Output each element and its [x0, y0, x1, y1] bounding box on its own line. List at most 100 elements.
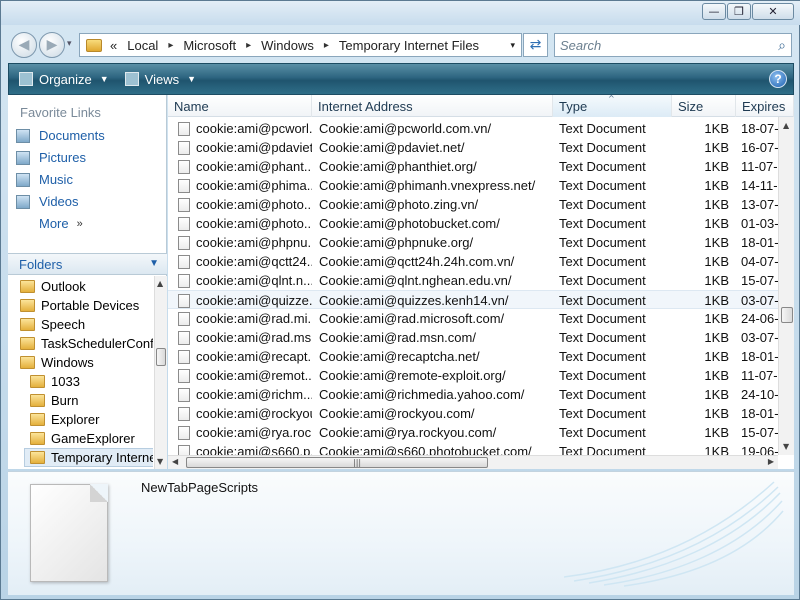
name-text: cookie:ami@rya.roc...	[196, 425, 312, 440]
folder-icon	[20, 280, 35, 293]
table-row[interactable]: cookie:ami@phpnu... Cookie:ami@phpnuke.or…	[168, 233, 778, 252]
favorite-music[interactable]: Music	[16, 172, 73, 187]
tree-item[interactable]: GameExplorer	[30, 429, 135, 448]
sort-ascending-icon: ^	[608, 95, 615, 103]
breadcrumb-separator-icon[interactable]: ▸	[324, 40, 329, 51]
search-icon[interactable]: ⌕	[778, 37, 786, 54]
horizontal-scrollbar[interactable]: ◀ ||| ▶	[168, 455, 778, 469]
tree-item[interactable]: TaskSchedulerConfig	[20, 334, 153, 353]
tree-item[interactable]: Portable Devices	[20, 296, 139, 315]
tree-item-label: Outlook	[41, 279, 86, 294]
refresh-button[interactable]: ⇄	[523, 33, 548, 57]
vertical-scrollbar[interactable]: ▲ ▼	[778, 117, 794, 455]
cell-name: cookie:ami@recapt...	[178, 347, 312, 366]
table-row[interactable]: cookie:ami@phima... Cookie:ami@phimanh.vn…	[168, 176, 778, 195]
table-row[interactable]: cookie:ami@rockyou Cookie:ami@rockyou.com…	[168, 404, 778, 423]
maximize-button[interactable]: ❐	[727, 3, 751, 20]
tree-item-selected[interactable]: Temporary Internet Files	[24, 448, 153, 467]
views-button[interactable]: Views ▼	[124, 72, 196, 87]
tree-item[interactable]: Explorer	[30, 410, 99, 429]
scroll-up-icon[interactable]: ▲	[157, 279, 163, 288]
address-dropdown-icon[interactable]: ▾	[510, 40, 515, 51]
table-row[interactable]: cookie:ami@photo.... Cookie:ami@photo.zin…	[168, 195, 778, 214]
text-document-icon	[178, 349, 190, 364]
breadcrumb-separator-icon[interactable]: ▸	[168, 40, 173, 51]
breadcrumb-microsoft[interactable]: Microsoft	[183, 38, 236, 53]
table-row[interactable]: cookie:ami@richm... Cookie:ami@richmedia.…	[168, 385, 778, 404]
table-row[interactable]: cookie:ami@recapt... Cookie:ami@recaptcha…	[168, 347, 778, 366]
tree-item[interactable]: Outlook	[20, 277, 86, 296]
close-button[interactable]: ✕	[752, 3, 794, 20]
favorite-more-button[interactable]: More »	[39, 216, 83, 231]
table-row[interactable]: cookie:ami@rad.msn Cookie:ami@rad.msn.com…	[168, 328, 778, 347]
scroll-up-icon[interactable]: ▲	[783, 121, 789, 130]
tree-item-label: Portable Devices	[41, 298, 140, 313]
address-bar[interactable]: « Local ▸ Microsoft ▸ Windows ▸ Temporar…	[79, 33, 522, 57]
scroll-down-icon[interactable]: ▼	[783, 442, 789, 451]
name-text: cookie:ami@qctt24...	[196, 254, 312, 269]
folders-header[interactable]: Folders ▼	[8, 253, 167, 275]
cell-size: 1KB	[704, 235, 729, 250]
cell-internet-address: Cookie:ami@photo.zing.vn/	[319, 197, 479, 212]
cell-expires: 18-01-	[741, 235, 778, 250]
column-header-internet-address[interactable]: Internet Address	[312, 95, 553, 117]
cell-internet-address: Cookie:ami@richmedia.yahoo.com/	[319, 387, 525, 402]
table-row[interactable]: cookie:ami@qlnt.n... Cookie:ami@qlnt.nghe…	[168, 271, 778, 290]
cell-internet-address: Cookie:ami@pcworld.com.vn/	[319, 121, 492, 136]
text-document-icon	[178, 293, 190, 308]
forward-button[interactable]: ▶	[39, 32, 65, 58]
cell-internet-address: Cookie:ami@phanthiet.org/	[319, 159, 477, 174]
organize-button[interactable]: Organize ▼	[19, 72, 109, 87]
search-input[interactable]: Search ⌕	[554, 33, 792, 57]
help-button[interactable]: ?	[769, 70, 787, 88]
cell-name: cookie:ami@photo....	[178, 195, 312, 214]
scroll-thumb[interactable]: |||	[186, 457, 488, 468]
scroll-right-icon[interactable]: ▶	[768, 457, 774, 466]
favorite-documents[interactable]: Documents	[16, 128, 105, 143]
favorite-pictures[interactable]: Pictures	[16, 150, 86, 165]
name-text: cookie:ami@rockyou	[196, 406, 312, 421]
column-header-size[interactable]: Size	[672, 95, 736, 117]
scroll-thumb[interactable]	[781, 307, 793, 323]
table-row[interactable]: cookie:ami@remot... Cookie:ami@remote-exp…	[168, 366, 778, 385]
table-row[interactable]: cookie:ami@rad.mi... Cookie:ami@rad.micro…	[168, 309, 778, 328]
table-row[interactable]: cookie:ami@pdaviet Cookie:ami@pdaviet.net…	[168, 138, 778, 157]
column-header-expires[interactable]: Expires	[736, 95, 794, 117]
favorite-videos[interactable]: Videos	[16, 194, 79, 209]
breadcrumb-separator-icon[interactable]: ▸	[246, 40, 251, 51]
cell-size: 1KB	[704, 349, 729, 364]
tree-item[interactable]: Speech	[20, 315, 85, 334]
tree-item[interactable]: 1033	[30, 372, 80, 391]
table-row[interactable]: cookie:ami@phant... Cookie:ami@phanthiet.…	[168, 157, 778, 176]
scroll-left-icon[interactable]: ◀	[172, 457, 178, 466]
breadcrumb-windows[interactable]: Windows	[261, 38, 314, 53]
text-document-icon	[178, 406, 190, 421]
details-pane: NewTabPageScripts	[8, 471, 794, 595]
table-row[interactable]: cookie:ami@rya.roc... Cookie:ami@rya.rock…	[168, 423, 778, 442]
cell-name: cookie:ami@remot...	[178, 366, 312, 385]
cell-expires: 13-07-	[741, 197, 778, 212]
table-row[interactable]: cookie:ami@quizze... Cookie:ami@quizzes.k…	[168, 290, 778, 309]
text-document-icon	[178, 330, 190, 345]
cell-type: Text Document	[559, 273, 646, 288]
chevron-down-icon[interactable]: ▼	[149, 258, 159, 269]
tree-item[interactable]: Burn	[30, 391, 78, 410]
column-header-name[interactable]: Name	[168, 95, 312, 117]
folder-tree-scrollbar[interactable]: ▲ ▼	[154, 276, 167, 469]
tree-item[interactable]: Windows	[20, 353, 94, 372]
scroll-thumb[interactable]	[156, 348, 166, 366]
back-button[interactable]: ◀	[11, 32, 37, 58]
tree-item-label: Burn	[51, 393, 79, 408]
breadcrumb-temporary-internet-files[interactable]: Temporary Internet Files	[339, 38, 479, 53]
cell-internet-address: Cookie:ami@remote-exploit.org/	[319, 368, 506, 383]
scroll-down-icon[interactable]: ▼	[157, 457, 163, 466]
title-bar[interactable]: — ❐ ✕	[1, 1, 800, 25]
breadcrumb-local[interactable]: Local	[127, 38, 158, 53]
breadcrumb-overflow[interactable]: «	[110, 38, 117, 53]
minimize-button[interactable]: —	[702, 3, 726, 20]
table-row[interactable]: cookie:ami@qctt24... Cookie:ami@qctt24h.2…	[168, 252, 778, 271]
table-row[interactable]: cookie:ami@photo... Cookie:ami@photobucke…	[168, 214, 778, 233]
recent-pages-dropdown[interactable]: ▾	[67, 39, 72, 49]
name-text: cookie:ami@pcworl...	[196, 121, 312, 136]
table-row[interactable]: cookie:ami@pcworl... Cookie:ami@pcworld.c…	[168, 119, 778, 138]
